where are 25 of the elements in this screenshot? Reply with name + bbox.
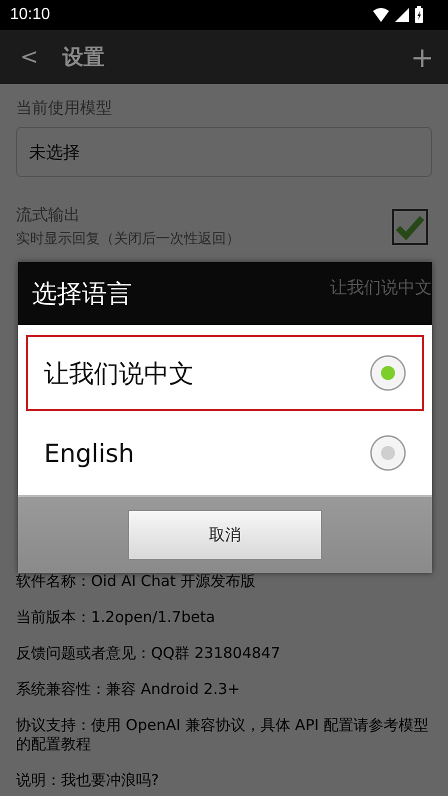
info-text: 系统兼容性：兼容 Android 2.3+ [16, 680, 241, 699]
page-title: 设置 [62, 44, 104, 71]
add-button[interactable]: + [410, 40, 434, 74]
battery-icon [414, 6, 424, 24]
signal-icon [394, 7, 410, 23]
info-text: 说明：我也要冲浪吗? [16, 771, 160, 790]
radio-button [370, 355, 406, 391]
info-text: 协议支持：使用 OpenAI 兼容协议，具体 API 配置请参考模型的配置教程 [16, 716, 430, 754]
checkbox[interactable] [392, 208, 428, 244]
language-option[interactable]: 让我们说中文 [26, 335, 424, 411]
language-option[interactable]: English [26, 411, 424, 495]
setting-value: 让我们说中文 [330, 277, 432, 300]
dialog-title: 选择语言 [32, 278, 132, 310]
setting-label: 当前使用模型 [16, 98, 113, 119]
status-time: 10:10 [10, 6, 50, 24]
info-text: 当前版本：1.2open/1.7beta [16, 608, 216, 627]
setting-description: 实时显示回复（关闭后一次性返回） [16, 230, 240, 248]
wifi-icon [372, 7, 390, 23]
back-button[interactable]: < [20, 44, 38, 70]
cancel-button[interactable]: 取消 [128, 510, 322, 560]
info-text: 软件名称：Oid AI Chat 开源发布版 [16, 572, 257, 591]
setting-label: 流式输出 [16, 205, 81, 226]
info-text: 反馈问题或者意见：QQ群 231804847 [16, 644, 282, 663]
radio-button [370, 435, 406, 471]
model-field[interactable]: 未选择 [16, 127, 432, 177]
